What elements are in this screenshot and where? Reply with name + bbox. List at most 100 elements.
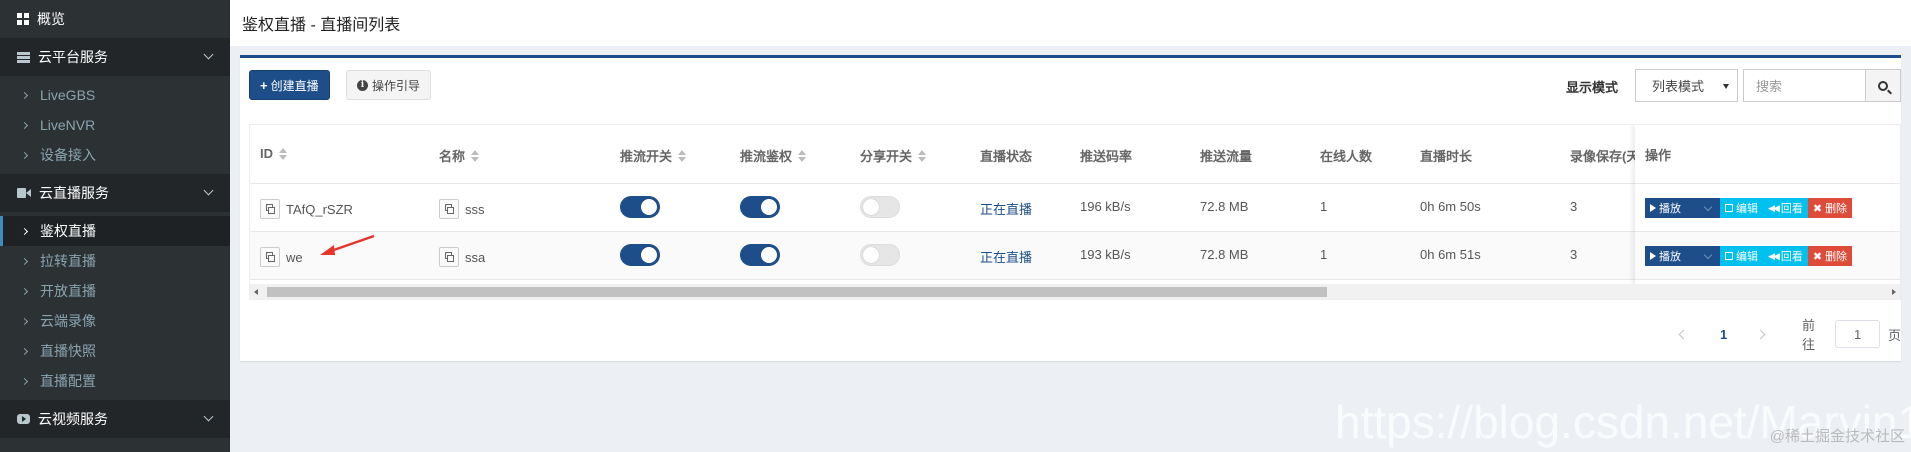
delete-button[interactable]: ✖ 删除 xyxy=(1807,246,1853,266)
delete-button[interactable]: ✖ 删除 xyxy=(1807,198,1853,218)
column-header-status: 直播状态 xyxy=(980,146,1032,165)
live-duration: 0h 6m 50s xyxy=(1420,199,1481,214)
sort-icon[interactable] xyxy=(918,149,927,162)
chevron-right-icon xyxy=(20,227,29,235)
search-button[interactable] xyxy=(1865,69,1901,102)
column-label: 直播状态 xyxy=(980,149,1033,164)
column-label: 推送码率 xyxy=(1080,149,1133,164)
sidebar-section-cloud-video[interactable]: 云视频服务 xyxy=(0,400,230,438)
live-room-table: ID 名称 推流开关 推流鉴权 分享开关 直播状态 推送码率 推送流量 在线人数… xyxy=(249,124,1901,300)
play-label: 播放 xyxy=(1659,203,1681,215)
display-mode-label: 显示模式 xyxy=(1566,80,1619,95)
share-switch-toggle[interactable] xyxy=(860,244,900,266)
scrollbar-thumb[interactable] xyxy=(267,287,1327,297)
column-label: 录像保存(天 xyxy=(1570,149,1640,164)
create-live-button[interactable]: + 创建直播 xyxy=(249,70,330,100)
sort-icon[interactable] xyxy=(678,149,687,162)
play-icon xyxy=(1650,252,1656,260)
column-header-id[interactable]: ID xyxy=(260,146,287,161)
display-mode-select[interactable]: 列表模式 xyxy=(1635,69,1738,102)
sidebar-section-cloud-live[interactable]: 云直播服务 xyxy=(0,174,230,212)
sidebar-section-label: 云直播服务 xyxy=(39,185,109,201)
copy-icon[interactable] xyxy=(439,247,459,267)
sidebar-item-cloud-record[interactable]: 云端录像 xyxy=(0,306,230,336)
sidebar-item-open-live[interactable]: 开放直播 xyxy=(0,276,230,306)
current-page-number: 1 xyxy=(1720,326,1728,342)
horizontal-scrollbar[interactable] xyxy=(250,284,1900,299)
record-days: 3 xyxy=(1570,247,1578,262)
pagination-next[interactable] xyxy=(1755,319,1766,349)
scroll-right-icon[interactable] xyxy=(1892,289,1896,295)
operations-column: 操作 播放 编辑 ◀◀ 回看 ✖ 删除 播放 编辑 ◀◀ 回看 ✖ 删除 xyxy=(1635,125,1877,285)
column-header-name[interactable]: 名称 xyxy=(439,146,480,165)
sidebar-item-device-access[interactable]: 设备接入 xyxy=(0,140,230,170)
sidebar-item-livenvr[interactable]: LiveNVR xyxy=(0,110,230,140)
sort-icon[interactable] xyxy=(471,149,480,162)
close-icon: ✖ xyxy=(1812,250,1823,263)
search-input[interactable]: 搜索 xyxy=(1743,69,1865,102)
share-switch-toggle[interactable] xyxy=(860,196,900,218)
push-switch-toggle[interactable] xyxy=(620,196,660,218)
close-icon: ✖ xyxy=(1812,202,1823,215)
page-suffix: 页 xyxy=(1887,327,1901,343)
bitrate: 196 kB/s xyxy=(1080,199,1131,214)
traffic: 72.8 MB xyxy=(1200,247,1249,262)
sidebar-item-live-config[interactable]: 直播配置 xyxy=(0,366,230,396)
sidebar-item-live-snapshot[interactable]: 直播快照 xyxy=(0,336,230,366)
column-label: 在线人数 xyxy=(1320,149,1373,164)
page-title: 鉴权直播 - 直播间列表 xyxy=(242,17,401,34)
watermark-credit: @稀土掘金技术社区 xyxy=(1769,428,1905,445)
chevron-right-icon xyxy=(20,287,29,295)
live-room-list-box: + 创建直播 i 操作引导 显示模式 列表模式 搜索 ID 名称 推流开关 推流… xyxy=(240,55,1901,361)
sidebar-section-cloud-platform[interactable]: 云平台服务 xyxy=(0,38,230,76)
edit-label: 编辑 xyxy=(1736,251,1758,263)
sidebar-item-label: LiveNVR xyxy=(40,117,96,133)
column-label: 推流鉴权 xyxy=(740,149,793,164)
chevron-right-icon xyxy=(20,317,29,325)
server-icon xyxy=(17,51,30,63)
chevron-down-icon xyxy=(203,411,214,422)
column-header-push-switch[interactable]: 推流开关 xyxy=(620,146,687,165)
column-label: 推流开关 xyxy=(620,149,673,164)
sidebar-item-label: 云端录像 xyxy=(40,313,96,329)
sidebar-item-auth-live[interactable]: 鉴权直播 xyxy=(0,216,230,246)
goto-page-input[interactable]: 1 xyxy=(1835,320,1880,348)
page-header: 鉴权直播 - 直播间列表 xyxy=(230,0,1911,46)
push-auth-toggle[interactable] xyxy=(740,196,780,218)
edit-button[interactable]: 编辑 xyxy=(1720,198,1763,218)
record-days: 3 xyxy=(1570,199,1578,214)
edit-button[interactable]: 编辑 xyxy=(1720,246,1763,266)
copy-icon[interactable] xyxy=(260,199,280,219)
sidebar-item-label: 开放直播 xyxy=(40,283,96,299)
column-header-push-auth[interactable]: 推流鉴权 xyxy=(740,146,807,165)
row-name: sss xyxy=(465,201,485,217)
playback-label: 回看 xyxy=(1780,251,1803,263)
sidebar-item-livegbs[interactable]: LiveGBS xyxy=(0,80,230,110)
play-button[interactable]: 播放 xyxy=(1645,246,1720,266)
sort-icon[interactable] xyxy=(279,147,287,160)
pagination-prev[interactable] xyxy=(1678,319,1689,349)
rewind-icon: ◀◀ xyxy=(1768,202,1780,213)
push-auth-toggle[interactable] xyxy=(740,244,780,266)
edit-label: 编辑 xyxy=(1736,203,1758,215)
copy-icon[interactable] xyxy=(439,199,459,219)
search-placeholder: 搜索 xyxy=(1756,79,1783,94)
sort-icon[interactable] xyxy=(798,149,807,162)
playback-button[interactable]: ◀◀ 回看 xyxy=(1763,246,1808,266)
column-label: 推送流量 xyxy=(1200,149,1253,164)
pagination-goto: 前往 1 页 xyxy=(1802,318,1901,352)
playback-button[interactable]: ◀◀ 回看 xyxy=(1763,198,1808,218)
column-header-share-switch[interactable]: 分享开关 xyxy=(860,146,927,165)
sidebar-overview[interactable]: 概览 xyxy=(0,0,230,38)
pagination-page[interactable]: 1 xyxy=(1720,319,1727,349)
sidebar-item-pull-live[interactable]: 拉转直播 xyxy=(0,246,230,276)
operations-row: 播放 编辑 ◀◀ 回看 ✖ 删除 xyxy=(1635,184,1877,232)
play-icon xyxy=(1650,204,1656,212)
row-name: ssa xyxy=(465,249,486,265)
scroll-left-icon[interactable] xyxy=(254,289,258,295)
push-switch-toggle[interactable] xyxy=(620,244,660,266)
play-button[interactable]: 播放 xyxy=(1645,198,1720,218)
sidebar-item-label: 鉴权直播 xyxy=(40,223,96,239)
guide-button[interactable]: i 操作引导 xyxy=(346,70,432,100)
copy-icon[interactable] xyxy=(260,247,280,267)
